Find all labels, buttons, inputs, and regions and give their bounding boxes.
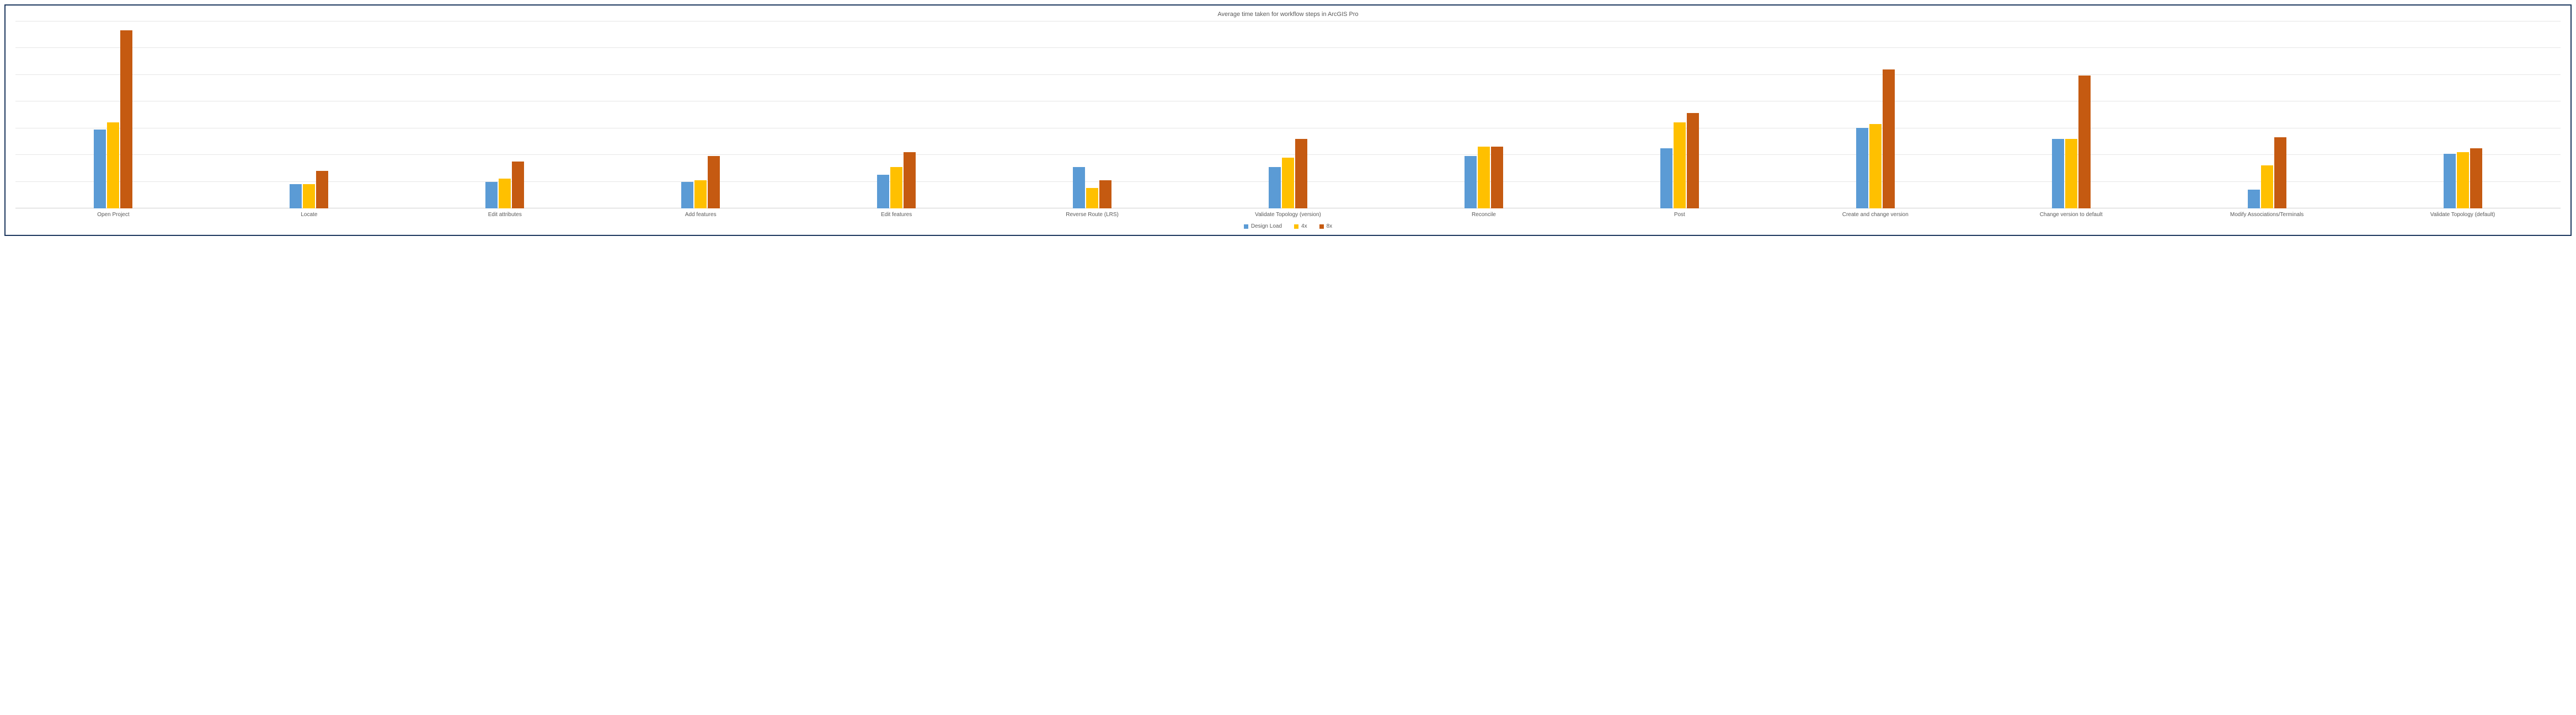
legend: Design Load 4x 8x — [13, 223, 2563, 229]
legend-swatch — [1319, 224, 1324, 229]
bar — [290, 184, 302, 208]
bar-group — [1581, 21, 1777, 208]
bar — [512, 162, 524, 208]
bar — [1086, 188, 1098, 208]
x-tick-label: Edit features — [799, 212, 995, 218]
bar — [2444, 154, 2456, 208]
bar-group — [15, 21, 211, 208]
legend-item: Design Load — [1244, 223, 1282, 229]
bar — [708, 156, 720, 208]
bar — [1465, 156, 1477, 208]
x-tick-label: Post — [1581, 212, 1777, 218]
bar — [1269, 167, 1281, 208]
bar-group — [603, 21, 799, 208]
plot-area — [15, 21, 2561, 208]
x-axis: Open ProjectLocateEdit attributesAdd fea… — [15, 212, 2561, 218]
x-tick-label: Add features — [603, 212, 799, 218]
bar-group — [799, 21, 995, 208]
bar — [1883, 69, 1895, 208]
bar — [2052, 139, 2064, 208]
bar — [1073, 167, 1085, 208]
legend-item: 4x — [1294, 223, 1307, 229]
x-tick-label: Reverse Route (LRS) — [995, 212, 1190, 218]
bar-groups — [15, 21, 2561, 208]
legend-item: 8x — [1319, 223, 1333, 229]
bar — [1295, 139, 1307, 208]
x-tick-label: Edit attributes — [407, 212, 603, 218]
bar — [904, 152, 916, 208]
bar — [694, 180, 707, 208]
legend-swatch — [1294, 224, 1298, 229]
bar — [681, 182, 693, 208]
x-tick-label: Create and change version — [1777, 212, 1973, 218]
bar — [1674, 122, 1686, 208]
bar — [1478, 147, 1490, 208]
bar — [2470, 148, 2482, 208]
legend-swatch — [1244, 224, 1248, 229]
legend-label: Design Load — [1251, 223, 1282, 229]
bar — [1491, 147, 1503, 208]
chart-container: Average time taken for workflow steps in… — [4, 4, 2572, 236]
bar — [107, 122, 119, 208]
bar-group — [2365, 21, 2561, 208]
bar — [877, 175, 889, 208]
bar-group — [1973, 21, 2169, 208]
bar — [1869, 124, 1882, 208]
x-tick-label: Validate Topology (default) — [2365, 212, 2561, 218]
bar — [303, 184, 315, 208]
bar-group — [211, 21, 407, 208]
bar-group — [1386, 21, 1581, 208]
bar — [94, 130, 106, 208]
bar — [2078, 76, 2091, 208]
x-tick-label: Locate — [211, 212, 407, 218]
bar-group — [995, 21, 1190, 208]
bar — [2065, 139, 2077, 208]
bar — [1282, 158, 1294, 208]
x-tick-label: Validate Topology (version) — [1190, 212, 1386, 218]
bar — [890, 167, 902, 208]
bar — [485, 182, 498, 208]
bar — [1099, 180, 1111, 208]
bar — [1687, 113, 1699, 208]
bar — [2274, 137, 2286, 208]
x-tick-label: Reconcile — [1386, 212, 1581, 218]
legend-label: 4x — [1301, 223, 1307, 229]
bar — [2261, 165, 2273, 208]
legend-label: 8x — [1327, 223, 1333, 229]
x-tick-label: Open Project — [15, 212, 211, 218]
bar-group — [2169, 21, 2365, 208]
bar-group — [407, 21, 603, 208]
x-tick-label: Modify Associations/Terminals — [2169, 212, 2365, 218]
bar-group — [1190, 21, 1386, 208]
bar — [499, 179, 511, 208]
bar-group — [1777, 21, 1973, 208]
x-tick-label: Change version to default — [1973, 212, 2169, 218]
bar — [1660, 148, 1672, 208]
bar — [1856, 128, 1868, 208]
bar — [120, 30, 132, 208]
chart-title: Average time taken for workflow steps in… — [13, 11, 2563, 18]
bar — [2248, 190, 2260, 208]
bar — [316, 171, 328, 208]
bar — [2457, 152, 2469, 208]
